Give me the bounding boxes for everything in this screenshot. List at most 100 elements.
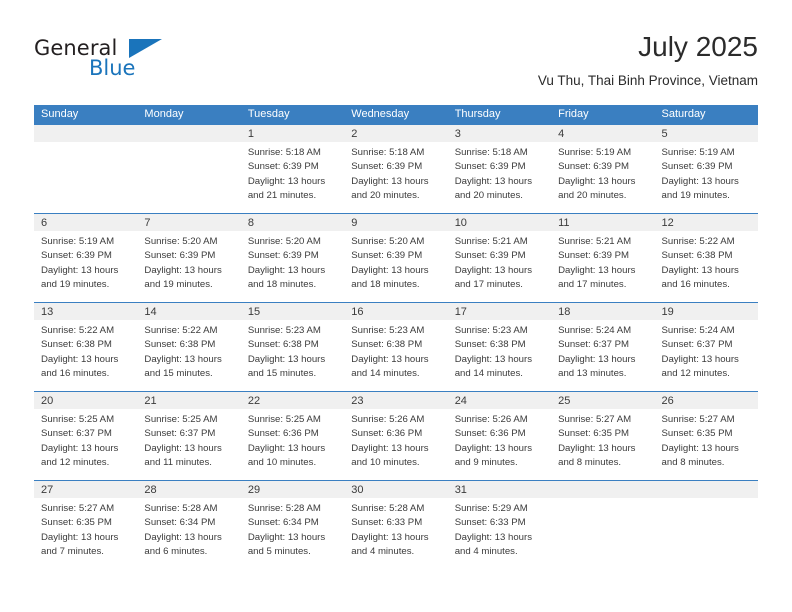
- sunset-text: Sunset: 6:39 PM: [661, 161, 733, 173]
- weekday-header-row: Sunday Monday Tuesday Wednesday Thursday…: [34, 105, 758, 124]
- day-number[interactable]: 1: [241, 125, 344, 142]
- daylight-text: Daylight: 13 hours and 18 minutes.: [247, 264, 326, 290]
- daylight-text: Daylight: 13 hours and 17 minutes.: [454, 264, 533, 290]
- day-cell[interactable]: [137, 142, 240, 213]
- sunrise-text: Sunrise: 5:25 AM: [144, 414, 218, 425]
- general-blue-logo[interactable]: General Blue: [34, 36, 204, 92]
- day-cell[interactable]: Sunrise: 5:29 AM Sunset: 6:33 PM Dayligh…: [448, 498, 551, 569]
- day-cell[interactable]: Sunrise: 5:18 AM Sunset: 6:39 PM Dayligh…: [344, 142, 447, 213]
- day-cell[interactable]: [655, 498, 758, 569]
- day-number[interactable]: [551, 481, 654, 498]
- day-cell[interactable]: Sunrise: 5:27 AM Sunset: 6:35 PM Dayligh…: [551, 409, 654, 480]
- day-number[interactable]: 24: [448, 392, 551, 409]
- day-cell[interactable]: Sunrise: 5:24 AM Sunset: 6:37 PM Dayligh…: [551, 320, 654, 391]
- day-cell[interactable]: Sunrise: 5:25 AM Sunset: 6:36 PM Dayligh…: [241, 409, 344, 480]
- day-number-strip: 13 14 15 16 17 18 19: [34, 303, 758, 320]
- day-number[interactable]: 30: [344, 481, 447, 498]
- sunrise-text: Sunrise: 5:19 AM: [661, 147, 735, 158]
- week-row: 6 7 8 9 10 11 12 Sunrise: 5:19 AM Sunset…: [34, 213, 758, 302]
- day-cell[interactable]: Sunrise: 5:26 AM Sunset: 6:36 PM Dayligh…: [448, 409, 551, 480]
- day-number[interactable]: 12: [655, 214, 758, 231]
- day-number[interactable]: 27: [34, 481, 137, 498]
- day-number[interactable]: 14: [137, 303, 240, 320]
- day-cell[interactable]: Sunrise: 5:20 AM Sunset: 6:39 PM Dayligh…: [344, 231, 447, 302]
- daylight-text: Daylight: 13 hours and 12 minutes.: [661, 353, 739, 379]
- day-number[interactable]: 28: [137, 481, 240, 498]
- day-cell[interactable]: Sunrise: 5:28 AM Sunset: 6:34 PM Dayligh…: [137, 498, 240, 569]
- day-cell[interactable]: Sunrise: 5:20 AM Sunset: 6:39 PM Dayligh…: [137, 231, 240, 302]
- day-cell[interactable]: Sunrise: 5:21 AM Sunset: 6:39 PM Dayligh…: [448, 231, 551, 302]
- day-cell[interactable]: Sunrise: 5:24 AM Sunset: 6:37 PM Dayligh…: [655, 320, 758, 391]
- sunrise-text: Sunrise: 5:20 AM: [144, 236, 218, 247]
- day-cell[interactable]: Sunrise: 5:19 AM Sunset: 6:39 PM Dayligh…: [655, 142, 758, 213]
- day-cell[interactable]: Sunrise: 5:25 AM Sunset: 6:37 PM Dayligh…: [137, 409, 240, 480]
- day-cell[interactable]: Sunrise: 5:23 AM Sunset: 6:38 PM Dayligh…: [344, 320, 447, 391]
- day-number[interactable]: 16: [344, 303, 447, 320]
- day-cell[interactable]: Sunrise: 5:19 AM Sunset: 6:39 PM Dayligh…: [551, 142, 654, 213]
- day-cell[interactable]: Sunrise: 5:27 AM Sunset: 6:35 PM Dayligh…: [655, 409, 758, 480]
- day-number[interactable]: 15: [241, 303, 344, 320]
- logo-text-blue: Blue: [89, 56, 136, 80]
- sunset-text: Sunset: 6:33 PM: [454, 517, 526, 529]
- day-number[interactable]: 6: [34, 214, 137, 231]
- day-number[interactable]: 26: [655, 392, 758, 409]
- day-number[interactable]: 9: [344, 214, 447, 231]
- day-number[interactable]: 5: [655, 125, 758, 142]
- weekday-header-sunday: Sunday: [41, 108, 79, 120]
- sunset-text: Sunset: 6:38 PM: [351, 339, 423, 351]
- day-cell[interactable]: Sunrise: 5:20 AM Sunset: 6:39 PM Dayligh…: [241, 231, 344, 302]
- day-cell[interactable]: Sunrise: 5:22 AM Sunset: 6:38 PM Dayligh…: [34, 320, 137, 391]
- day-number[interactable]: [34, 125, 137, 142]
- day-number[interactable]: 8: [241, 214, 344, 231]
- day-number[interactable]: 4: [551, 125, 654, 142]
- day-number[interactable]: 13: [34, 303, 137, 320]
- day-number[interactable]: 7: [137, 214, 240, 231]
- day-cell[interactable]: Sunrise: 5:18 AM Sunset: 6:39 PM Dayligh…: [241, 142, 344, 213]
- day-number[interactable]: 25: [551, 392, 654, 409]
- week-row: 20 21 22 23 24 25 26 Sunrise: 5:25 AM Su…: [34, 391, 758, 480]
- sunset-text: Sunset: 6:37 PM: [661, 339, 733, 351]
- day-cell[interactable]: Sunrise: 5:22 AM Sunset: 6:38 PM Dayligh…: [655, 231, 758, 302]
- day-cell[interactable]: [34, 142, 137, 213]
- day-number[interactable]: 10: [448, 214, 551, 231]
- day-number[interactable]: 18: [551, 303, 654, 320]
- day-number[interactable]: [137, 125, 240, 142]
- day-detail-strip: Sunrise: 5:27 AM Sunset: 6:35 PM Dayligh…: [34, 498, 758, 569]
- day-number[interactable]: 22: [241, 392, 344, 409]
- title-block: July 2025 Vu Thu, Thai Binh Province, Vi…: [538, 30, 758, 89]
- day-number[interactable]: [655, 481, 758, 498]
- day-number[interactable]: 3: [448, 125, 551, 142]
- daylight-text: Daylight: 13 hours and 20 minutes.: [454, 175, 533, 201]
- daylight-text: Daylight: 13 hours and 16 minutes.: [661, 264, 739, 290]
- daylight-text: Daylight: 13 hours and 13 minutes.: [558, 353, 636, 379]
- day-number[interactable]: 29: [241, 481, 344, 498]
- day-number[interactable]: 20: [34, 392, 137, 409]
- day-number[interactable]: 31: [448, 481, 551, 498]
- day-number[interactable]: 2: [344, 125, 447, 142]
- sunrise-text: Sunrise: 5:19 AM: [558, 147, 632, 158]
- day-cell[interactable]: Sunrise: 5:19 AM Sunset: 6:39 PM Dayligh…: [34, 231, 137, 302]
- weekday-header-monday: Monday: [144, 108, 184, 120]
- day-cell[interactable]: Sunrise: 5:25 AM Sunset: 6:37 PM Dayligh…: [34, 409, 137, 480]
- day-cell[interactable]: Sunrise: 5:23 AM Sunset: 6:38 PM Dayligh…: [448, 320, 551, 391]
- sunset-text: Sunset: 6:35 PM: [41, 517, 112, 529]
- day-number[interactable]: 23: [344, 392, 447, 409]
- day-cell[interactable]: Sunrise: 5:27 AM Sunset: 6:35 PM Dayligh…: [34, 498, 137, 569]
- day-number[interactable]: 21: [137, 392, 240, 409]
- day-cell[interactable]: Sunrise: 5:21 AM Sunset: 6:39 PM Dayligh…: [551, 231, 654, 302]
- sunset-text: Sunset: 6:37 PM: [558, 339, 630, 351]
- weekday-header-friday: Friday: [558, 108, 589, 120]
- sunrise-text: Sunrise: 5:21 AM: [454, 236, 528, 247]
- sunrise-text: Sunrise: 5:23 AM: [351, 325, 425, 336]
- day-number[interactable]: 19: [655, 303, 758, 320]
- day-number[interactable]: 17: [448, 303, 551, 320]
- day-cell[interactable]: Sunrise: 5:22 AM Sunset: 6:38 PM Dayligh…: [137, 320, 240, 391]
- sunset-text: Sunset: 6:39 PM: [558, 250, 630, 262]
- day-number[interactable]: 11: [551, 214, 654, 231]
- day-cell[interactable]: Sunrise: 5:28 AM Sunset: 6:33 PM Dayligh…: [344, 498, 447, 569]
- day-cell[interactable]: Sunrise: 5:18 AM Sunset: 6:39 PM Dayligh…: [448, 142, 551, 213]
- day-cell[interactable]: [551, 498, 654, 569]
- day-cell[interactable]: Sunrise: 5:26 AM Sunset: 6:36 PM Dayligh…: [344, 409, 447, 480]
- day-cell[interactable]: Sunrise: 5:28 AM Sunset: 6:34 PM Dayligh…: [241, 498, 344, 569]
- day-cell[interactable]: Sunrise: 5:23 AM Sunset: 6:38 PM Dayligh…: [241, 320, 344, 391]
